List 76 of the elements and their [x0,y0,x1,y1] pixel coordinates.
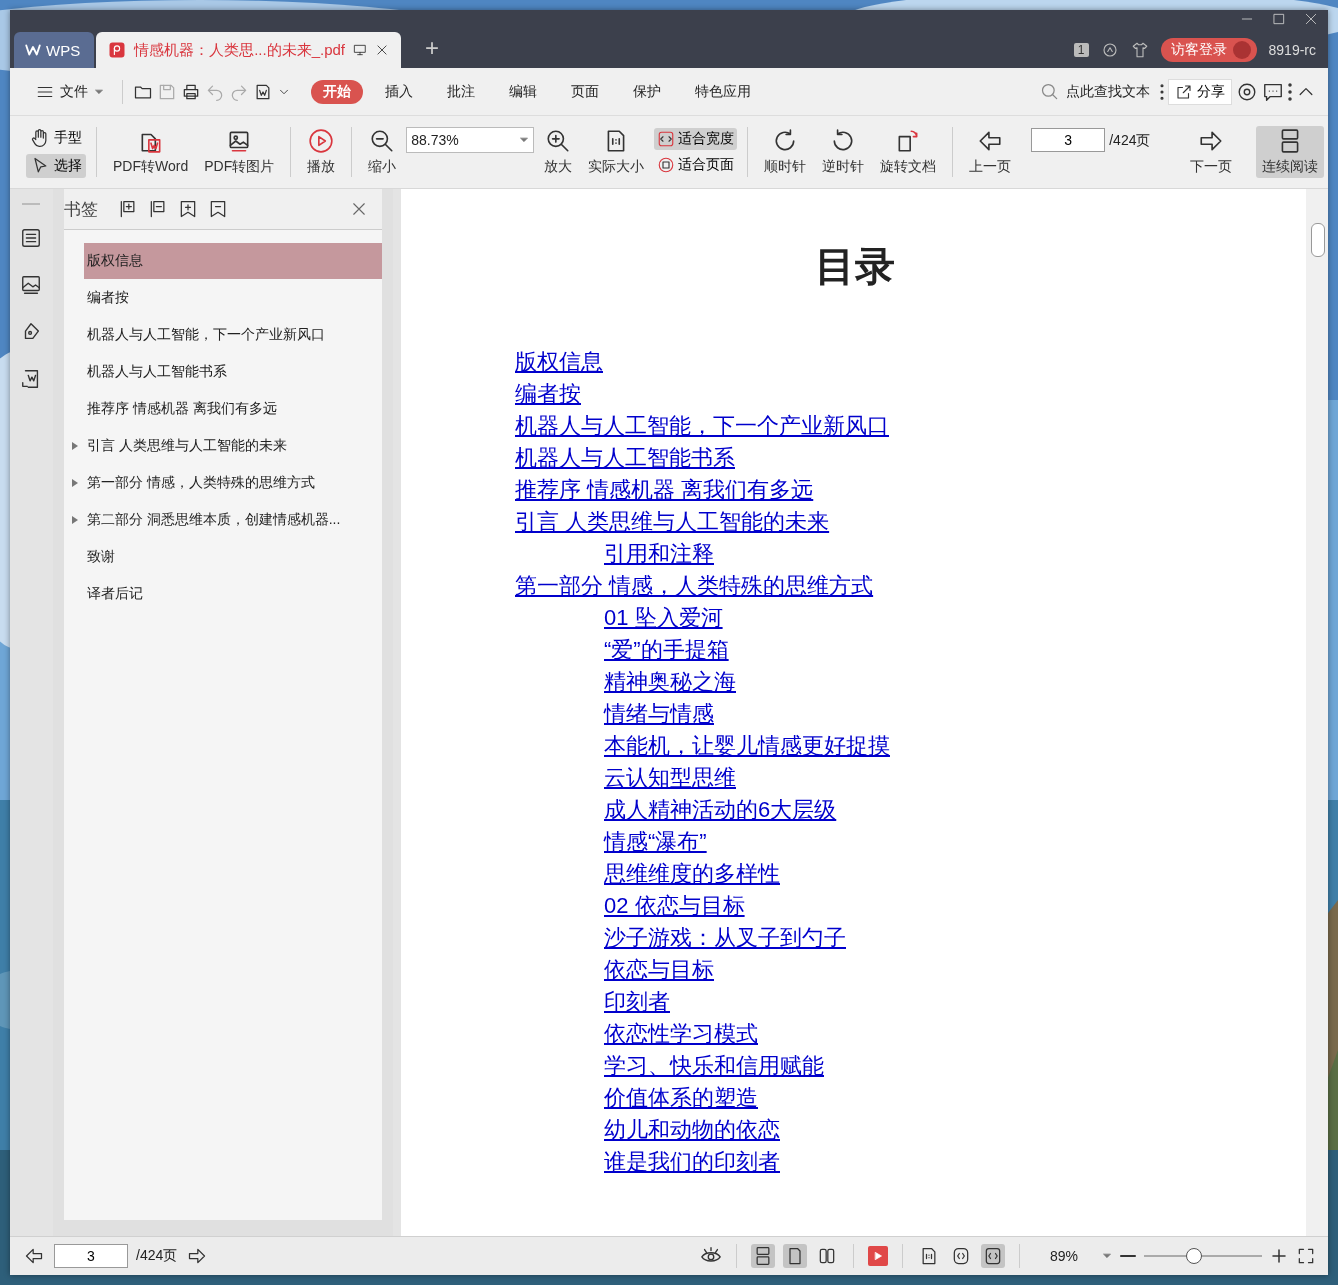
toc-link[interactable]: 版权信息 [515,346,603,378]
toc-link[interactable]: 谁是我们的印刻者 [604,1146,780,1178]
toc-link[interactable]: 推荐序 情感机器 离我们有多远 [515,474,814,506]
zoom-in-button[interactable]: 放大 [538,126,579,178]
fit-button[interactable]: 适合宽度 [654,128,738,150]
play-button[interactable]: 播放 [301,126,342,178]
page-total: /424页 [136,1247,178,1265]
bookmark-item[interactable]: 推荐序 情感机器 离我们有多远 [83,390,382,427]
ribbon-tab[interactable]: 开始 [311,79,363,104]
next-page-button[interactable]: 下一页 [1184,126,1238,178]
zoom-out-button[interactable]: 缩小 [362,126,403,178]
actual-size-button[interactable]: 实际大小 [582,126,651,178]
toc-link[interactable]: 01 坠入爱河 [604,602,723,634]
toc-link[interactable]: 幼儿和动物的依恋 [604,1114,780,1146]
ribbon-tab[interactable]: 页面 [559,79,611,104]
bookmark-item[interactable]: 机器人与人工智能书系 [83,353,382,390]
ribbon-tab[interactable]: 特色应用 [683,79,763,104]
ribbon-tab[interactable]: 编辑 [497,79,549,104]
toc-link[interactable]: 引言 人类思维与人工智能的未来 [515,506,830,538]
toc-link[interactable]: 机器人与人工智能书系 [515,442,735,474]
zoom-combobox[interactable]: 88.73% [406,127,535,153]
toc-link[interactable]: 本能机，让婴儿情感更好捉摸 [604,730,890,762]
tool-mode-button[interactable]: 选择 [26,154,86,178]
toc-link[interactable]: “爱”的手提箱 [604,634,729,666]
document-tab[interactable]: WPS [14,32,95,68]
file-menu[interactable]: 文件 [28,78,112,105]
panel-title: 书签 [63,198,98,221]
toc-link[interactable]: 学习、快乐和信用赋能 [604,1050,824,1082]
toc-link[interactable]: 精神奥秘之海 [604,666,736,698]
fit-button[interactable]: 适合页面 [654,154,738,176]
toc-link[interactable]: 印刻者 [604,986,670,1018]
ribbon-tab[interactable]: 保护 [621,79,673,104]
toc-link[interactable]: 情感“瀑布” [604,826,707,858]
toc-link[interactable]: 第一部分 情感，人类特殊的思维方式 [515,570,874,602]
bookmark-item[interactable]: 编者按 [83,279,382,316]
tool-mode-button[interactable]: 手型 [26,126,86,150]
page-total: /424页 [1109,132,1151,150]
search-button[interactable]: 点此查找文本 [1034,80,1156,103]
continuous-reading-button[interactable]: 连续阅读 [1256,126,1324,178]
toc-link[interactable]: 情绪与情感 [604,698,714,730]
bookmark-item[interactable]: 致谢 [83,538,382,575]
toc-link[interactable]: 引用和注释 [604,538,714,570]
share-button[interactable]: 分享 [1168,78,1232,105]
toc-link[interactable]: 依恋与目标 [604,954,714,986]
page-number-field[interactable]: 3 [54,1244,128,1268]
page-heading: 目录 [815,243,896,290]
bookmark-item[interactable]: 版权信息 [83,242,382,279]
new-tab-button[interactable]: + [425,34,440,62]
bookmark-item[interactable]: 机器人与人工智能，下一个产业新风口 [83,316,382,353]
bookmark-item[interactable]: 第一部分 情感，人类特殊的思维方式 [83,464,382,501]
user-name: 8919-rc [1268,42,1316,58]
zoom-level[interactable]: 89% [1034,1248,1094,1264]
toc-link[interactable]: 依恋性学习模式 [604,1018,758,1050]
previous-page-button[interactable]: 上一页 [963,126,1018,178]
page-count-badge[interactable]: 1 [1073,43,1089,57]
rotate-counterclockwise-button[interactable]: 逆时针 [816,126,871,178]
login-button[interactable]: 访客登录 [1160,38,1257,62]
pdf-to-image-button[interactable]: PDF转图片 [198,126,281,178]
ribbon-tab[interactable]: 批注 [435,79,487,104]
toc-link[interactable]: 云认知型思维 [604,762,736,794]
toc-link[interactable]: 思维维度的多样性 [604,858,780,890]
bookmark-item[interactable]: 引言 人类思维与人工智能的未来 [83,427,382,464]
pdf-to-word-button[interactable]: PDF转Word [107,126,195,178]
page-number-field[interactable]: 3 [1031,128,1106,152]
toc-link[interactable]: 编者按 [515,378,581,410]
toc-link[interactable]: 成人精神活动的6大层级 [604,794,837,826]
toc-link[interactable]: 机器人与人工智能，下一个产业新风口 [515,410,889,442]
bookmark-item[interactable]: 第二部分 洞悉思维本质，创建情感机器... [83,501,382,538]
bookmark-item[interactable]: 译者后记 [83,575,382,612]
document-tab[interactable]: 情感机器：人类思...的未来_.pdf [96,32,402,68]
toc-link[interactable]: 02 依恋与目标 [604,890,745,922]
toc-link[interactable]: 价值体系的塑造 [604,1082,758,1114]
rotate-document-button[interactable]: 旋转文档 [874,126,943,178]
toc-link[interactable]: 沙子游戏：从叉子到勺子 [604,922,846,954]
rotate-clockwise-button[interactable]: 顺时针 [758,126,813,178]
ribbon-tab[interactable]: 插入 [373,79,425,104]
